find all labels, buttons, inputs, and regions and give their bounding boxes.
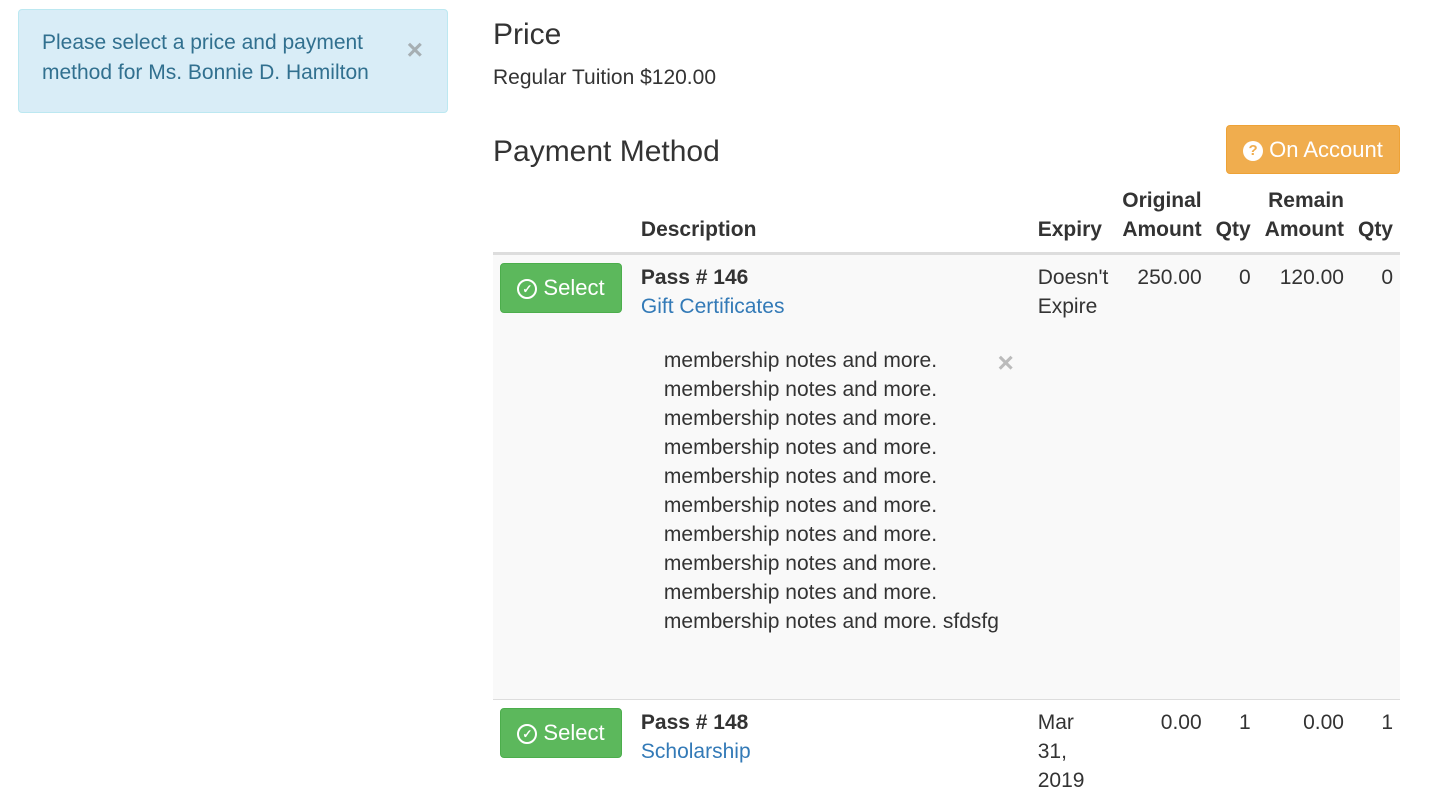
table-row: ✓Select Pass # 148 Scholarship Mar 31,20… [493, 700, 1400, 803]
col-expiry: Expiry [1031, 186, 1116, 254]
description-cell: Pass # 146 Gift Certificates × membershi… [634, 254, 1031, 700]
select-button[interactable]: ✓Select [500, 708, 622, 758]
pass-number: Pass # 148 [641, 708, 1024, 737]
col-original-amount: OriginalAmount [1115, 186, 1208, 254]
price-value: Regular Tuition $120.00 [493, 66, 716, 90]
remain-amount-cell: 0.00 [1258, 700, 1351, 803]
notes-box: × membership notes and more. membership … [664, 346, 1014, 636]
pass-number: Pass # 146 [641, 263, 1024, 292]
payment-method-heading: Payment Method [493, 135, 720, 169]
notes-close-icon[interactable]: × [998, 348, 1014, 377]
note-line: membership notes and more. sfdsfg [664, 607, 1014, 636]
col-qty: Qty [1209, 186, 1258, 254]
note-line: membership notes and more. [664, 346, 1014, 375]
qty-cell: 1 [1209, 700, 1258, 803]
remain-amount-cell: 120.00 [1258, 254, 1351, 700]
select-button[interactable]: ✓Select [500, 263, 622, 313]
note-line: membership notes and more. [664, 433, 1014, 462]
note-line: membership notes and more. [664, 404, 1014, 433]
remain-qty-cell: 0 [1351, 254, 1400, 700]
col-action [493, 186, 634, 254]
payment-methods-table: Description Expiry OriginalAmount Qty Re… [493, 186, 1400, 803]
expiry-cell: Doesn'tExpire [1031, 254, 1116, 700]
col-remain-amount: RemainAmount [1258, 186, 1351, 254]
info-alert: Please select a price and payment method… [18, 9, 448, 113]
check-circle-icon: ✓ [517, 279, 537, 299]
remain-qty-cell: 1 [1351, 700, 1400, 803]
note-line: membership notes and more. [664, 578, 1014, 607]
note-line: membership notes and more. [664, 462, 1014, 491]
note-line: membership notes and more. [664, 549, 1014, 578]
price-heading: Price [493, 18, 561, 52]
pass-type-link[interactable]: Gift Certificates [641, 292, 1024, 321]
table-row: ✓Select Pass # 146 Gift Certificates × m… [493, 254, 1400, 700]
pass-type-link[interactable]: Scholarship [641, 737, 1024, 766]
check-circle-icon: ✓ [517, 724, 537, 744]
question-circle-icon: ? [1243, 141, 1263, 161]
col-remain-qty: Qty [1351, 186, 1400, 254]
note-line: membership notes and more. [664, 375, 1014, 404]
alert-close-icon[interactable]: × [407, 36, 423, 64]
original-amount-cell: 250.00 [1115, 254, 1208, 700]
table-header: Description Expiry OriginalAmount Qty Re… [493, 186, 1400, 254]
note-line: membership notes and more. [664, 520, 1014, 549]
expiry-cell: Mar 31,2019 [1031, 700, 1116, 803]
original-amount-cell: 0.00 [1115, 700, 1208, 803]
qty-cell: 0 [1209, 254, 1258, 700]
alert-message: Please select a price and payment method… [42, 31, 369, 84]
description-cell: Pass # 148 Scholarship [634, 700, 1031, 803]
col-description: Description [634, 186, 1031, 254]
on-account-button[interactable]: ? On Account [1226, 125, 1400, 174]
on-account-label: On Account [1269, 137, 1383, 162]
note-line: membership notes and more. [664, 491, 1014, 520]
